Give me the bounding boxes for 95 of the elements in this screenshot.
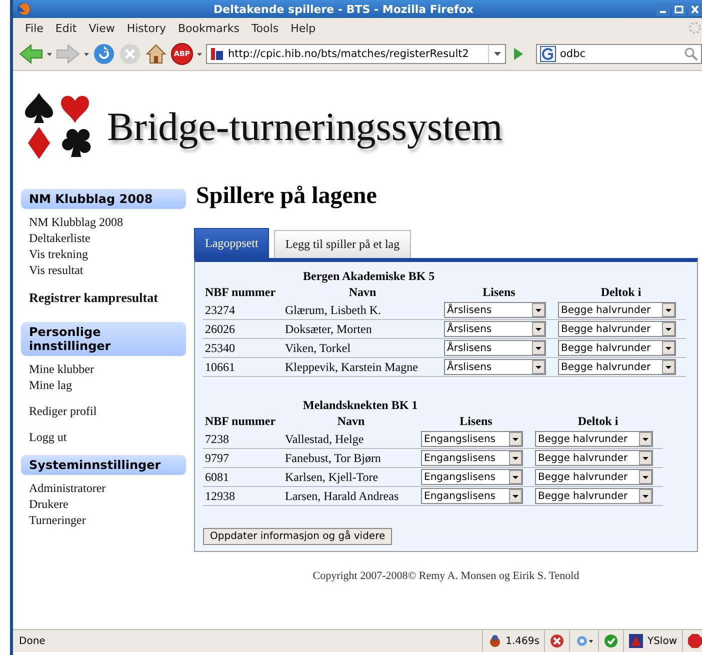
timing-text: 1.469s [506,636,540,646]
maximize-icon[interactable] [672,2,686,16]
table-cell: Doksæter, Morten [283,320,442,338]
menu-item[interactable]: Tools [245,22,285,34]
sidebar-link[interactable]: Drukere [29,496,186,512]
menu-item[interactable]: History [120,22,172,34]
table-cell: Karlsen, Kjell-Tore [283,468,419,486]
dropdown[interactable]: Begge halvrunder [558,302,676,318]
dropdown[interactable]: Begge halvrunder [535,488,653,504]
column-header: NBF nummer [204,413,277,430]
column-header: Lisens [482,284,516,301]
column-header: Deltok i [600,284,642,301]
column-header: Navn [348,284,378,301]
table-cell: 12938 [203,486,283,506]
column-header: NBF nummer [204,284,277,301]
column-header: Navn [336,413,366,430]
dropdown-caret-icon[interactable] [197,52,202,56]
table-cell: 10661 [203,358,283,376]
dropdown[interactable]: Begge halvrunder [558,359,676,375]
menu-item[interactable]: Help [284,22,322,34]
table-cell: 7238 [203,430,283,448]
dropdown[interactable]: Årslisens [444,359,546,375]
tab[interactable]: Legg til spiller på et lag [274,230,411,258]
table-cell: 9797 [203,448,283,468]
home-icon[interactable] [145,43,167,65]
site-favicon-icon [210,47,224,61]
sidebar-link[interactable]: Mine lag [29,377,186,393]
dropdown[interactable]: Begge halvrunder [535,469,653,485]
dropdown-caret-icon[interactable] [494,52,500,56]
sidebar-heading: NM Klubblag 2008 [21,189,186,209]
menu-item[interactable]: View [82,22,121,34]
window-title: Deltakende spillere - BTS - Mozilla Firefox [212,2,474,16]
status-text: Done [18,634,46,648]
table-cell: Larsen, Harald Andreas [283,486,419,506]
minimize-icon[interactable] [656,2,670,16]
sidebar-link[interactable]: Deltakerliste [29,230,186,246]
table-cell: 25340 [203,338,283,358]
dropdown-caret-icon[interactable] [47,52,52,56]
table-cell: Vallestad, Helge [283,430,419,448]
back-arrow-icon[interactable] [19,43,43,65]
address-field[interactable]: http://cpic.hib.no/bts/matches/registerResult2 [206,44,506,64]
menu-item[interactable]: Edit [49,22,83,34]
yslow-label: YSlow [647,636,677,646]
dropdown[interactable]: Årslisens [444,340,546,356]
dropdown[interactable]: Engangslisens [421,469,523,485]
dropdown[interactable]: Begge halvrunder [558,340,676,356]
table-cell: 23274 [203,301,283,320]
sidebar-link[interactable]: Registrer kampresultat [21,290,186,306]
column-header: Deltok i [576,413,620,430]
sidebar-heading: Systeminnstillinger [21,455,186,475]
table-cell: Kleppevik, Karstein Magne [283,358,442,376]
table-cell: Glærum, Lisbeth K. [283,301,442,320]
dropdown[interactable]: Årslisens [444,302,546,318]
sidebar-link[interactable]: NM Klubblag 2008 [29,214,186,230]
table-cell: Fanebust, Tor Bjørn [283,448,419,468]
error-icon [550,634,564,648]
sidebar-link[interactable]: Administratorer [29,480,186,496]
menu-item[interactable]: File [19,22,50,34]
sidebar-link[interactable]: Vis resultat [29,262,186,278]
dropdown[interactable]: Engangslisens [421,450,523,466]
sidebar-link[interactable]: Mine klubber [29,361,186,377]
search-icon [684,47,698,61]
yslow-panel[interactable]: YSlow [623,630,682,652]
dropdown[interactable]: Engangslisens [421,488,523,504]
sidebar-heading: Personlige innstillinger [21,322,186,356]
table-cell: 26026 [203,320,283,338]
google-logo-icon [540,46,556,62]
submit-button[interactable]: Oppdater informasjon og gå videre [203,528,392,545]
dropdown[interactable]: Begge halvrunder [535,431,653,447]
sidebar-link[interactable]: Rediger profil [29,403,186,419]
sidebar-link[interactable]: Logg ut [29,429,186,445]
page-heading: Spillere på lagene [196,183,378,210]
sidebar-link[interactable]: Turneringer [29,512,186,528]
throbber-icon [688,21,702,35]
team-name: Bergen Akademiske BK 5 [302,268,436,284]
sidebar-link[interactable]: Vis trekning [29,246,186,262]
dropdown[interactable]: Begge halvrunder [535,450,653,466]
menu-item[interactable]: Bookmarks [172,22,246,34]
site-title: Bridge-turneringssystem [107,102,502,150]
dropdown-caret-icon[interactable] [84,52,89,56]
checkmark-icon [604,634,618,648]
tab[interactable]: Lagoppsett [194,228,270,258]
dropdown[interactable]: Begge halvrunder [558,321,676,337]
copyright-text: Copyright 2007-2008© Remy A. Monsen og Eirik S. Tenold [312,570,580,582]
table-cell: 6081 [203,468,283,486]
close-icon[interactable] [688,2,702,16]
column-header: Lisens [458,413,494,430]
dropdown[interactable]: Engangslisens [421,431,523,447]
team-name: Melandsknekten BK 1 [302,397,419,413]
table-cell: Viken, Torkel [283,338,442,358]
search-field[interactable]: odbc [536,44,702,64]
dropdown[interactable]: Årslisens [444,321,546,337]
adblock-icon [688,634,702,648]
yslow-icon [629,634,644,648]
reload-icon[interactable] [93,43,115,65]
